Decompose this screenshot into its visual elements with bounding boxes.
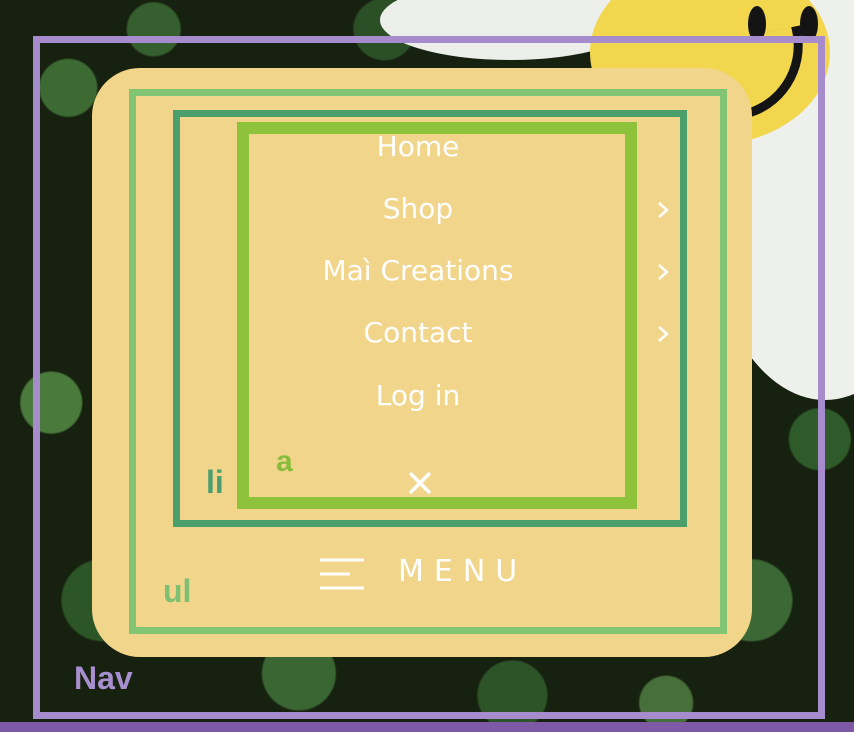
menu-button[interactable]: MENU bbox=[318, 548, 538, 598]
menu-item-mai-creations[interactable]: Maì Creations bbox=[240, 254, 596, 287]
menu-item-shop[interactable]: Shop bbox=[240, 192, 596, 225]
chevron-right-icon[interactable] bbox=[655, 202, 671, 218]
li-annotation: li bbox=[206, 464, 224, 500]
chevron-right-icon[interactable] bbox=[655, 326, 671, 342]
ul-annotation: ul bbox=[163, 573, 192, 609]
menu-item-contact[interactable]: Contact bbox=[240, 316, 596, 349]
a-annotation: a bbox=[276, 445, 293, 478]
close-icon[interactable] bbox=[402, 465, 438, 501]
hamburger-icon bbox=[318, 556, 366, 592]
chevron-right-icon[interactable] bbox=[655, 264, 671, 280]
menu-item-log-in[interactable]: Log in bbox=[240, 379, 596, 412]
menu-item-home[interactable]: Home bbox=[240, 130, 596, 163]
nav-annotation: Nav bbox=[74, 660, 133, 696]
bottom-bar bbox=[0, 722, 854, 732]
menu-label: MENU bbox=[398, 554, 528, 589]
